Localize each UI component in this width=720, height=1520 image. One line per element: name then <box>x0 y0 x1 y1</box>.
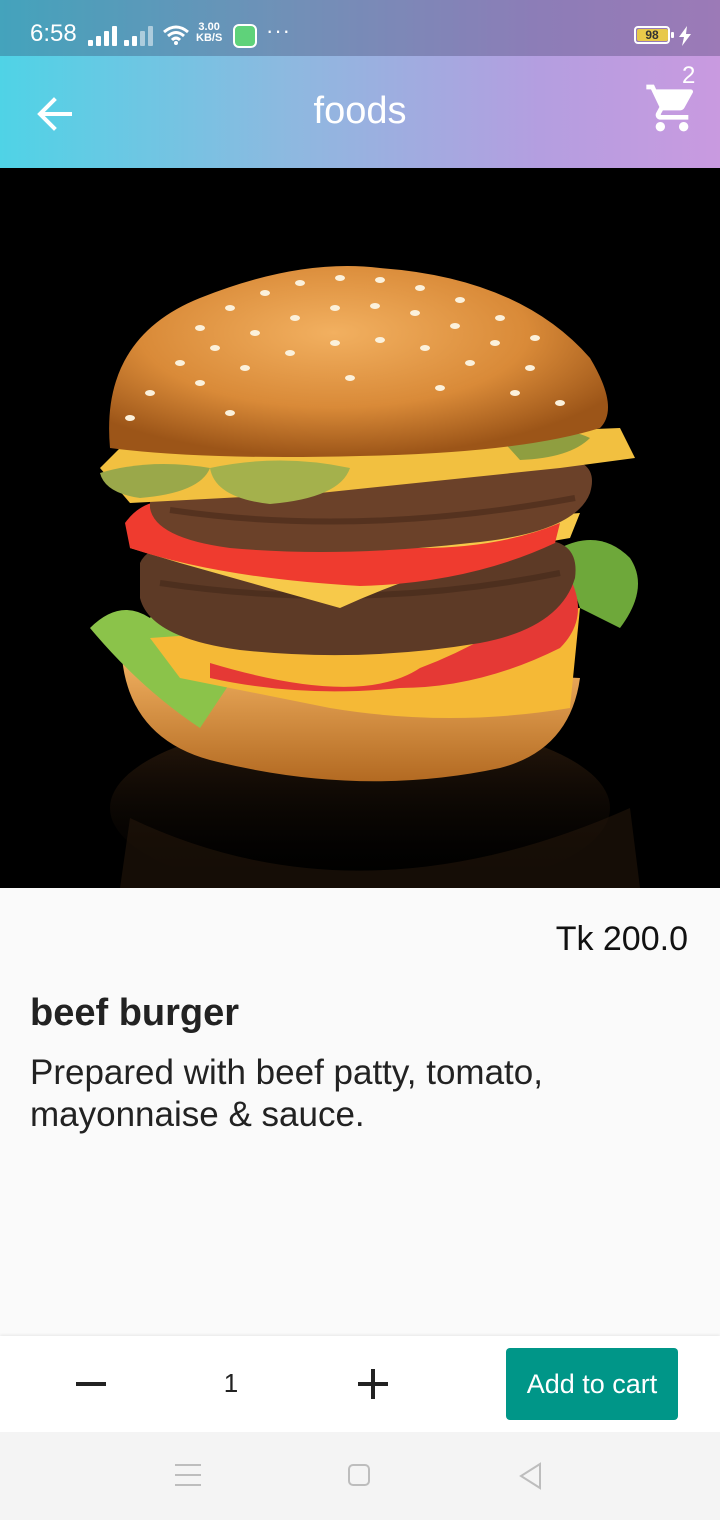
recent-apps-icon[interactable] <box>175 1464 201 1486</box>
charging-icon <box>679 26 691 46</box>
status-time: 6:58 <box>30 20 77 47</box>
wifi-icon <box>163 25 189 45</box>
product-price: Tk 200.0 <box>555 920 688 958</box>
product-description: Prepared with beef patty, tomato, mayonn… <box>30 1053 543 1134</box>
increase-quantity-button[interactable] <box>354 1364 394 1404</box>
cart-count-badge: 2 <box>682 62 696 89</box>
status-bar: 6:58 3.00 KB/S ··· 98 <box>0 0 720 56</box>
product-name: beef burger <box>30 992 240 1034</box>
network-speed: 3.00 KB/S <box>196 22 222 44</box>
network-speed-unit: KB/S <box>196 32 223 44</box>
battery-level: 98 <box>645 28 659 42</box>
app-notification-icon <box>233 24 257 48</box>
back-triangle-icon[interactable] <box>518 1462 544 1490</box>
page-title: foods <box>313 90 407 132</box>
product-image <box>0 168 720 888</box>
app-bar: foods 2 <box>0 56 720 168</box>
system-navigation-bar <box>0 1432 720 1520</box>
quantity-value: 1 <box>223 1368 239 1398</box>
battery-icon: 98 <box>634 26 674 44</box>
decrease-quantity-button[interactable] <box>72 1364 112 1404</box>
add-to-cart-button[interactable]: Add to cart <box>506 1348 678 1420</box>
purchase-bar: 1 Add to cart <box>0 1336 720 1432</box>
signal-icon <box>88 24 120 46</box>
burger-illustration <box>90 266 640 888</box>
more-notifications-icon: ··· <box>266 18 291 43</box>
home-icon[interactable] <box>348 1464 370 1486</box>
signal-icon-2 <box>124 24 156 46</box>
